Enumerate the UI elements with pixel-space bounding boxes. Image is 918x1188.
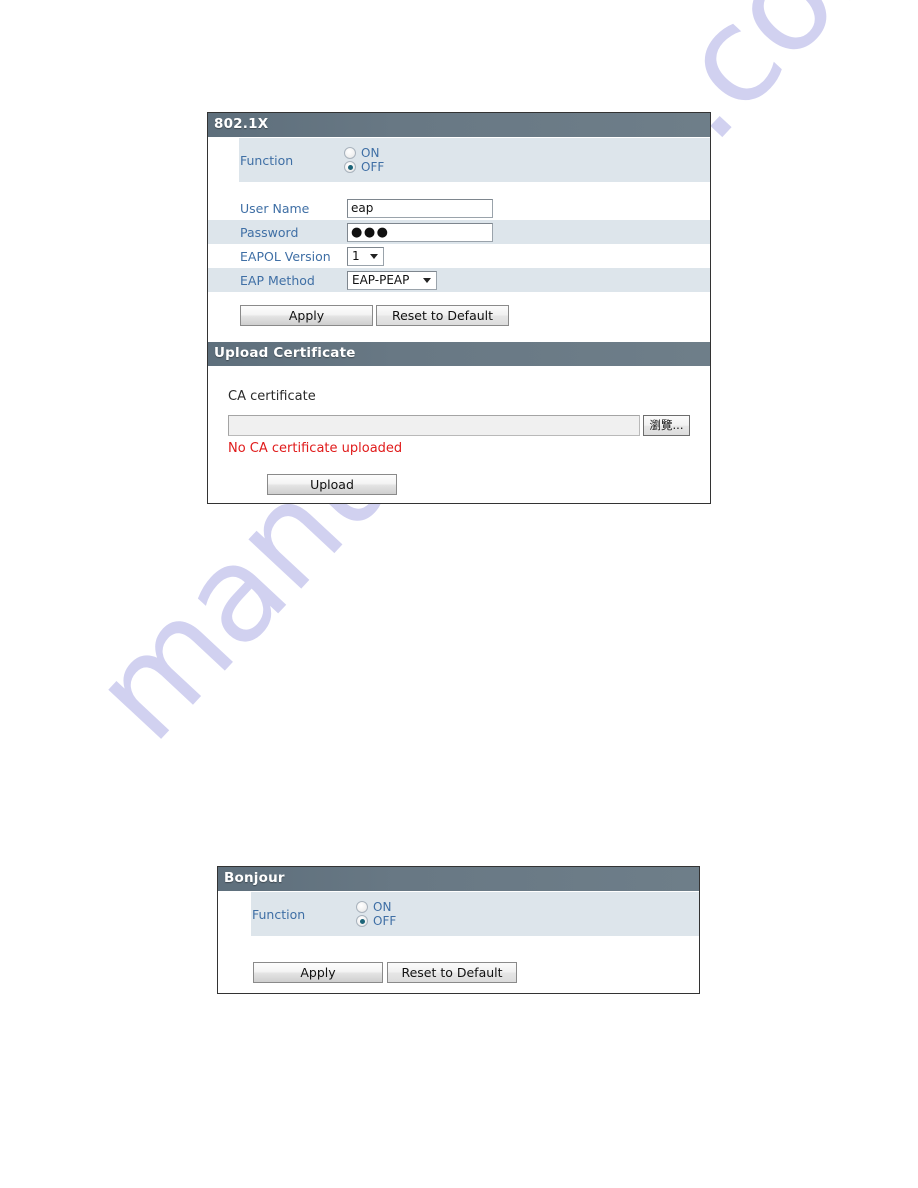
- dot1x-button-row: Apply Reset to Default: [208, 292, 710, 342]
- chevron-down-icon: [423, 278, 431, 283]
- ca-certificate-file-input[interactable]: [228, 415, 640, 436]
- bonjour-function-radio-off[interactable]: OFF: [356, 915, 396, 927]
- dot1x-panel-title: 802.1X: [214, 116, 269, 132]
- bonjour-apply-button[interactable]: Apply: [253, 962, 383, 983]
- radio-icon[interactable]: [344, 147, 356, 159]
- ca-certificate-file-row: 瀏覽...: [228, 415, 690, 436]
- user-name-label: User Name: [240, 200, 310, 216]
- password-input[interactable]: ●●●: [347, 222, 493, 242]
- field-row-eap-method: EAP Method EAP-PEAP: [208, 268, 710, 292]
- eap-method-label: EAP Method: [240, 272, 315, 288]
- dot1x-reset-button[interactable]: Reset to Default: [376, 305, 509, 326]
- upload-button-row: Upload: [208, 465, 710, 499]
- ca-certificate-status: No CA certificate uploaded: [228, 441, 403, 456]
- dot1x-function-row: Function ON OFF: [239, 138, 710, 182]
- upload-button[interactable]: Upload: [267, 474, 397, 495]
- dot1x-panel: 802.1X Function ON OFF User Name eap Pas…: [207, 112, 711, 504]
- bonjour-function-row: Function ON OFF: [251, 892, 699, 936]
- bonjour-function-label: Function: [252, 906, 306, 922]
- radio-selected-icon[interactable]: [344, 161, 356, 173]
- bonjour-reset-button[interactable]: Reset to Default: [387, 962, 517, 983]
- dot1x-function-radio-group: ON OFF: [344, 147, 384, 173]
- bonjour-panel: Bonjour Function ON OFF Apply Reset to D…: [217, 866, 700, 994]
- bonjour-function-radio-on[interactable]: ON: [356, 901, 396, 913]
- upload-certificate-body: CA certificate 瀏覽... No CA certificate u…: [208, 367, 710, 503]
- dot1x-fields: User Name eap Password ●●● EAPOL Version…: [208, 196, 710, 292]
- bonjour-panel-header: Bonjour: [218, 867, 699, 892]
- radio-icon[interactable]: [356, 901, 368, 913]
- bonjour-function-off-label: OFF: [373, 914, 397, 928]
- bonjour-function-radio-group: ON OFF: [356, 901, 396, 927]
- dot1x-spacer: [208, 182, 710, 196]
- ca-certificate-label: CA certificate: [228, 389, 316, 404]
- eapol-version-select[interactable]: 1: [347, 246, 384, 266]
- dot1x-panel-header: 802.1X: [208, 113, 710, 138]
- eap-method-select[interactable]: EAP-PEAP: [347, 270, 437, 290]
- field-row-user-name: User Name eap: [208, 196, 710, 220]
- field-row-password: Password ●●●: [208, 220, 710, 244]
- dot1x-function-label: Function: [240, 152, 294, 168]
- field-row-eapol-version: EAPOL Version 1: [208, 244, 710, 268]
- radio-selected-icon[interactable]: [356, 915, 368, 927]
- dot1x-apply-button[interactable]: Apply: [240, 305, 373, 326]
- bonjour-panel-title: Bonjour: [224, 870, 285, 886]
- user-name-input[interactable]: eap: [347, 198, 493, 218]
- eapol-version-label: EAPOL Version: [240, 248, 331, 264]
- chevron-down-icon: [370, 254, 378, 259]
- eap-method-value: EAP-PEAP: [352, 272, 410, 287]
- dot1x-function-radio-on[interactable]: ON: [344, 147, 384, 159]
- bonjour-button-row: Apply Reset to Default: [218, 936, 699, 993]
- bonjour-function-on-label: ON: [373, 900, 392, 914]
- dot1x-function-on-label: ON: [361, 146, 380, 160]
- ca-certificate-browse-button[interactable]: 瀏覽...: [643, 415, 690, 436]
- upload-certificate-title: Upload Certificate: [214, 345, 356, 361]
- dot1x-function-off-label: OFF: [361, 160, 385, 174]
- password-label: Password: [240, 224, 299, 240]
- upload-certificate-header: Upload Certificate: [208, 342, 710, 367]
- dot1x-function-radio-off[interactable]: OFF: [344, 161, 384, 173]
